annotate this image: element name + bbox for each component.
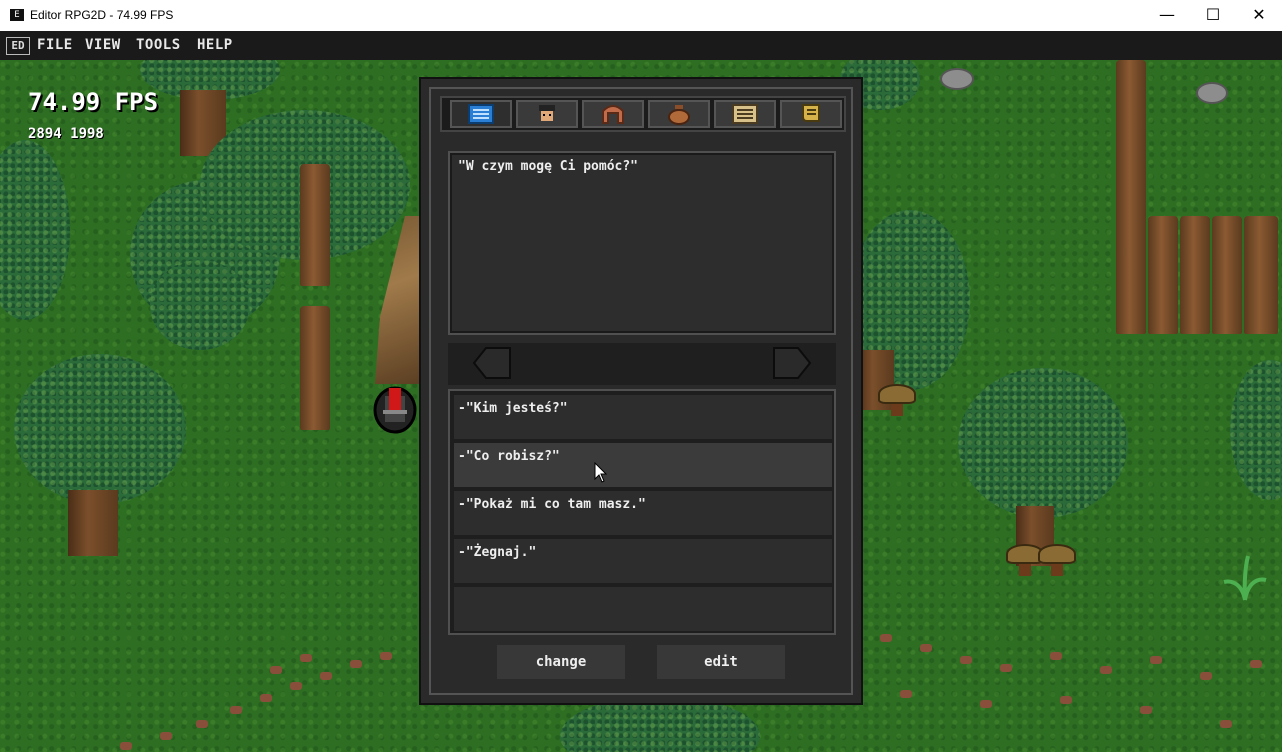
palisade-post	[1244, 216, 1278, 334]
edit-button[interactable]: edit	[657, 645, 785, 679]
menu-tools[interactable]: TOOLS	[136, 37, 181, 53]
maximize-button[interactable]: ☐	[1190, 0, 1236, 31]
minimize-button[interactable]: —	[1144, 0, 1190, 31]
response-option[interactable]: -"Pokaż mi co tam masz."	[454, 491, 832, 535]
tree-trunk	[68, 490, 118, 556]
response-text: -"Żegnaj."	[458, 545, 537, 560]
title-bar: E Editor RPG2D - 74.99 FPS — ☐ ✕	[0, 0, 1282, 32]
response-text: -"Kim jesteś?"	[458, 401, 568, 416]
menu-bar: ED FILE VIEW TOOLS HELP	[0, 31, 1282, 60]
tree-canopy	[14, 354, 186, 504]
fern-plant	[1223, 555, 1267, 601]
previous-arrow-icon[interactable]	[472, 346, 512, 380]
dialog-tab-bar	[440, 96, 846, 132]
close-button[interactable]: ✕	[1236, 0, 1282, 31]
dialog-list-icon	[468, 104, 494, 124]
wooden-post	[300, 164, 330, 286]
response-list: -"Kim jesteś?" -"Co robisz?" -"Pokaż mi …	[448, 389, 836, 635]
palisade-post	[1116, 60, 1146, 334]
change-button[interactable]: change	[497, 645, 625, 679]
next-arrow-icon[interactable]	[772, 346, 812, 380]
hair-icon	[602, 105, 624, 124]
mushroom	[1038, 544, 1076, 576]
response-option[interactable]: -"Kim jesteś?"	[454, 395, 832, 439]
rock-cliff	[375, 216, 425, 384]
tab-appearance[interactable]	[582, 100, 644, 128]
response-option[interactable]: -"Co robisz?"	[454, 443, 832, 487]
window-title: Editor RPG2D - 74.99 FPS	[30, 8, 174, 22]
tree-canopy	[1230, 360, 1282, 500]
palisade-post	[1148, 216, 1178, 334]
response-text: -"Pokaż mi co tam masz."	[458, 497, 646, 512]
dialog-nav-row	[448, 343, 836, 385]
npc-dialog-window: "W czym mogę Ci pomóc?" -"Kim jesteś?" -…	[419, 77, 863, 705]
cursor-coordinates: 2894 1998	[28, 126, 104, 142]
mushroom	[878, 384, 916, 416]
bush-cluster	[150, 260, 250, 350]
tree-canopy	[958, 368, 1128, 518]
mouse-cursor-icon	[594, 462, 608, 483]
npc-text-box: "W czym mogę Ci pomóc?"	[448, 151, 836, 335]
app-icon: E	[10, 9, 24, 21]
menu-help[interactable]: HELP	[197, 37, 233, 53]
tree-canopy	[0, 140, 70, 320]
stone	[940, 68, 974, 90]
wooden-post	[300, 306, 330, 430]
menu-view[interactable]: VIEW	[85, 37, 121, 53]
bag-icon	[668, 105, 690, 125]
tab-quests[interactable]	[780, 100, 842, 128]
tab-notes[interactable]	[714, 100, 776, 128]
response-option-empty[interactable]	[454, 587, 832, 631]
npc-face-icon	[539, 105, 555, 121]
fps-counter: 74.99 FPS	[28, 88, 159, 116]
menu-file[interactable]: FILE	[37, 37, 73, 53]
palisade-post	[1212, 216, 1242, 334]
palisade-post	[1180, 216, 1210, 334]
npc-line: "W czym mogę Ci pomóc?"	[458, 159, 639, 174]
response-text: -"Co robisz?"	[458, 449, 560, 464]
response-option[interactable]: -"Żegnaj."	[454, 539, 832, 583]
editor-logo: ED	[6, 37, 30, 55]
tab-inventory[interactable]	[648, 100, 710, 128]
tab-dialog[interactable]	[450, 100, 512, 128]
tab-npc[interactable]	[516, 100, 578, 128]
stone	[1196, 82, 1228, 104]
notes-icon	[732, 104, 758, 124]
player-character[interactable]	[373, 382, 417, 434]
scroll-icon	[802, 104, 820, 122]
